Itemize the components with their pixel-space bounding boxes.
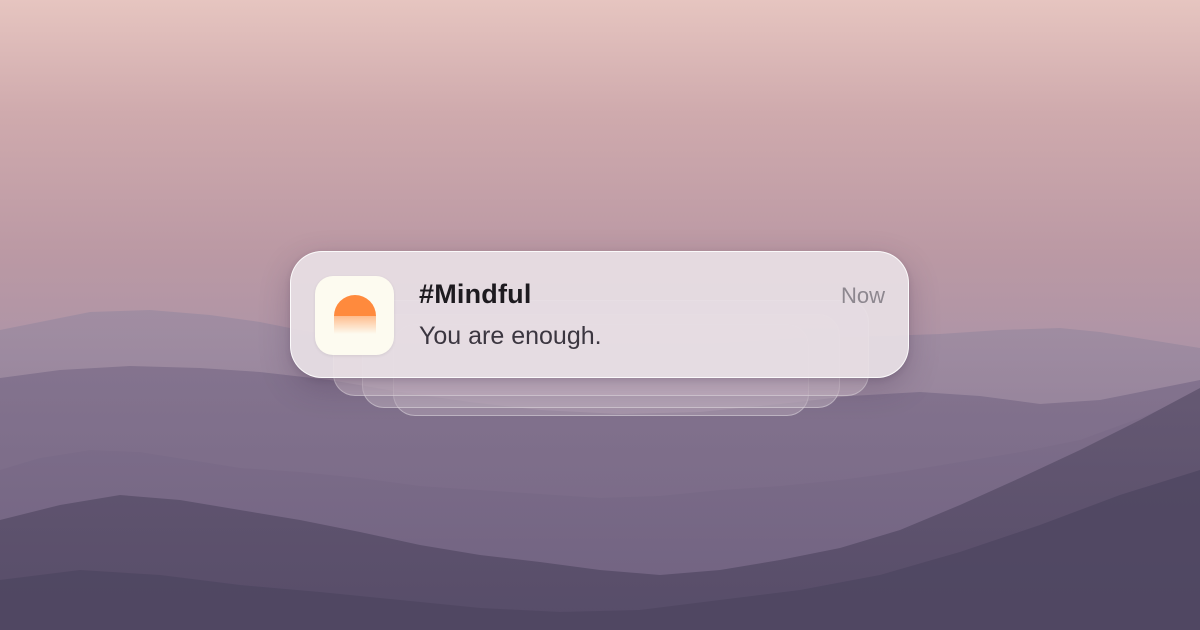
notification-message: You are enough. xyxy=(419,322,602,350)
desktop-background: #Mindful You are enough. Now xyxy=(0,0,1200,630)
notification-card[interactable]: #Mindful You are enough. Now xyxy=(290,251,909,378)
notification-title: #Mindful xyxy=(419,279,532,309)
notification-timestamp: Now xyxy=(840,283,885,308)
sunrise-icon xyxy=(315,276,394,355)
